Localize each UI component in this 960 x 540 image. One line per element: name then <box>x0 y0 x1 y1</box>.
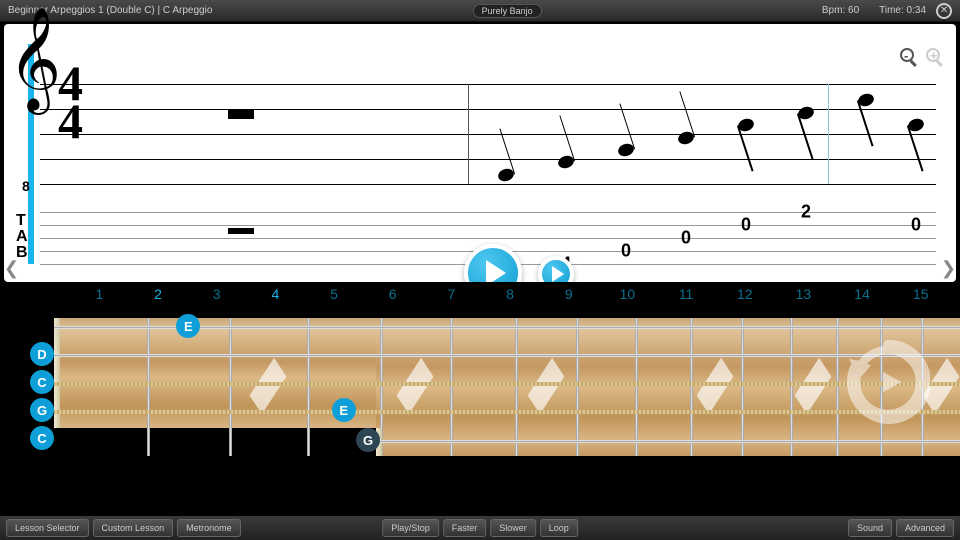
tab-value: 0 <box>741 215 751 236</box>
open-string-note: G <box>30 398 54 422</box>
whole-rest <box>228 110 254 119</box>
fret-number: 7 <box>422 286 481 304</box>
fret-number: 10 <box>598 286 657 304</box>
time-signature: 44 <box>58 64 83 140</box>
fret-number: 12 <box>715 286 774 304</box>
fretboard[interactable]: EE <box>54 310 960 456</box>
zoom-in-button[interactable]: + <box>926 48 948 70</box>
tab-value: 0 <box>911 215 921 236</box>
fifth-string-note: G <box>356 428 380 452</box>
fret-number: 9 <box>539 286 598 304</box>
score-panel: - + 𝄞 8 44 T A B 0 4 0 0 0 2 0 <box>4 24 956 282</box>
fret-number: 3 <box>187 286 246 304</box>
fret-number: 4 <box>246 286 305 304</box>
fret-numbers: 123456789101112131415 <box>70 286 950 304</box>
custom-lesson-button[interactable]: Custom Lesson <box>93 519 174 537</box>
play-stop-button[interactable]: Play/Stop <box>382 519 439 537</box>
tab-value: 0 <box>621 241 631 262</box>
fret-number: 14 <box>833 286 892 304</box>
loop-button[interactable]: Loop <box>540 519 578 537</box>
fret-number: 8 <box>481 286 540 304</box>
top-bar: Beginner Arpeggios 1 (Double C) | C Arpe… <box>0 0 960 22</box>
time-label: Time: 0:34 <box>879 5 926 16</box>
fret-number: 1 <box>70 286 129 304</box>
music-staff <box>40 84 936 184</box>
fret-number: 13 <box>774 286 833 304</box>
fret-note: E <box>332 398 356 422</box>
clef-octave: 8 <box>22 178 30 194</box>
fret-number: 11 <box>657 286 716 304</box>
tab-letter-a: A <box>16 230 28 244</box>
fret-number: 5 <box>305 286 364 304</box>
bottom-bar: Lesson SelectorCustom LessonMetronome Pl… <box>0 516 960 540</box>
close-button[interactable]: ✕ <box>936 3 952 19</box>
faster-button[interactable]: Faster <box>443 519 487 537</box>
tab-rest <box>228 228 254 234</box>
fret-number: 2 <box>129 286 188 304</box>
open-string-note: C <box>30 426 54 450</box>
open-string-note: C <box>30 370 54 394</box>
metronome-button[interactable]: Metronome <box>177 519 241 537</box>
next-page-button[interactable]: ❯ <box>941 258 956 279</box>
sound-button[interactable]: Sound <box>848 519 892 537</box>
lesson-selector-button[interactable]: Lesson Selector <box>6 519 89 537</box>
slower-button[interactable]: Slower <box>490 519 536 537</box>
tab-letter-t: T <box>16 214 26 228</box>
prev-page-button[interactable]: ❮ <box>4 258 19 279</box>
tab-value: 2 <box>801 202 811 223</box>
bpm-label: Bpm: 60 <box>822 5 859 16</box>
fret-number: 6 <box>363 286 422 304</box>
fretboard-panel: 123456789101112131415 EE DCGCG <box>0 282 960 506</box>
replay-button[interactable] <box>846 340 930 424</box>
advanced-button[interactable]: Advanced <box>896 519 954 537</box>
open-string-note: D <box>30 342 54 366</box>
zoom-out-button[interactable]: - <box>900 48 922 70</box>
tab-value: 0 <box>681 228 691 249</box>
fret-number: 15 <box>891 286 950 304</box>
brand-badge: Purely Banjo <box>473 4 542 18</box>
